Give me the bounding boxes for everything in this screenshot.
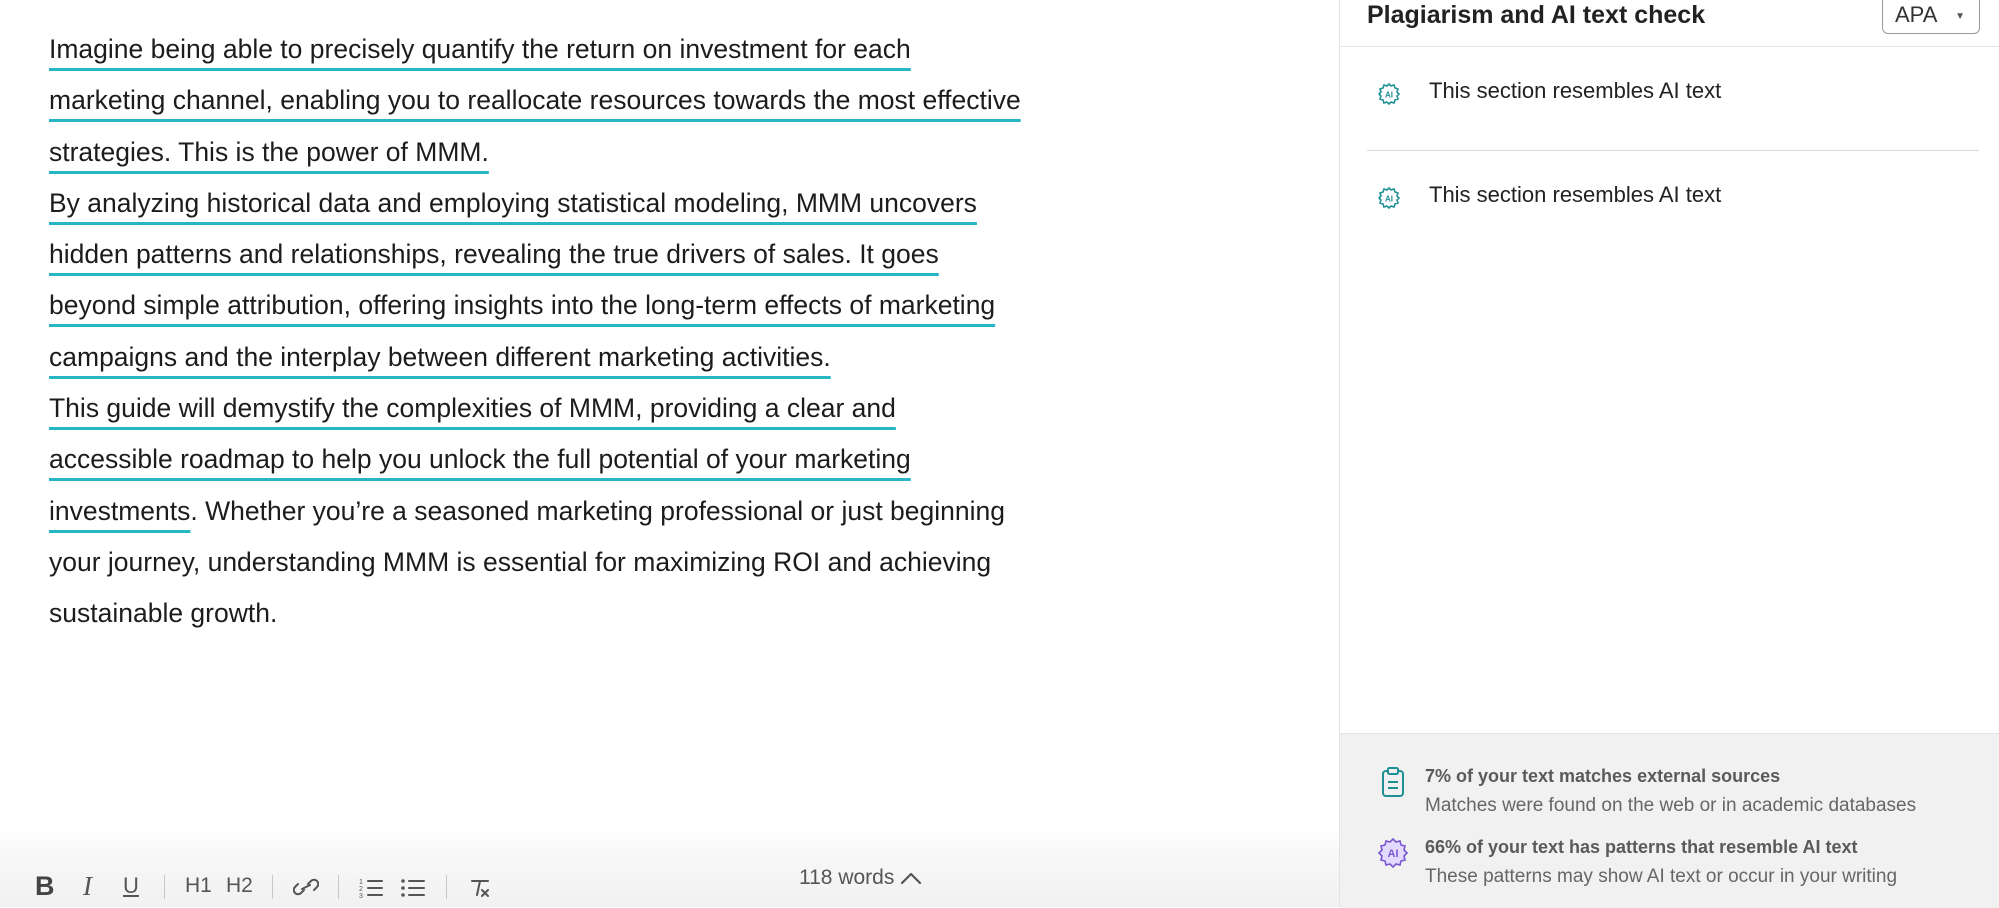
toolbar-divider [272, 875, 273, 899]
editor: Imagine being able to precisely quantify… [0, 0, 1339, 907]
document-body[interactable]: Imagine being able to precisely quantify… [49, 24, 1024, 640]
formatting-toolbar: B I U H1 H2 123 [0, 827, 1339, 907]
caret-down-icon: ▼ [1955, 11, 1965, 22]
chevron-up-icon [901, 872, 922, 885]
ai-highlight[interactable]: By analyzing historical data and employi… [49, 188, 995, 372]
card-divider [1367, 150, 1979, 151]
heading-1-button[interactable]: H1 [185, 873, 212, 899]
ai-title: 66% of your text has patterns that resem… [1425, 837, 1858, 857]
svg-text:1: 1 [359, 879, 363, 886]
check-summary: 7% of your text matches external sources… [1340, 733, 1999, 908]
clipboard-icon [1382, 767, 1404, 797]
toolbar-divider [164, 875, 165, 899]
underline-button[interactable]: U [123, 873, 139, 899]
paragraph-2[interactable]: By analyzing historical data and employi… [49, 178, 1024, 383]
clear-formatting-icon[interactable] [468, 877, 492, 905]
svg-text:AI: AI [1385, 195, 1393, 204]
paragraph-1[interactable]: Imagine being able to precisely quantify… [49, 24, 1024, 178]
italic-button[interactable]: I [83, 873, 92, 900]
bold-button[interactable]: B [35, 873, 55, 900]
plagiarism-title: 7% of your text matches external sources [1425, 766, 1781, 786]
paragraph-3[interactable]: This guide will demystify the complexiti… [49, 383, 1024, 639]
ai-highlight[interactable]: Imagine being able to precisely quantify… [49, 34, 1021, 167]
panel-divider [1340, 46, 1999, 47]
paragraph-text: . Whether you’re a seasoned marketing pr… [49, 495, 1005, 629]
citation-style-value: APA [1895, 2, 1938, 27]
svg-text:3: 3 [359, 893, 363, 899]
ai-subtitle: These patterns may show AI text or occur… [1425, 866, 1898, 887]
ai-brain-icon: AI [1377, 186, 1401, 210]
plagiarism-subtitle: Matches were found on the web or in acad… [1425, 795, 1917, 816]
ai-section-card[interactable]: AI This section resembles AI text [1367, 66, 1979, 126]
ai-section-label: This section resembles AI text [1429, 182, 1722, 207]
word-count: 118 words [799, 866, 895, 889]
ai-badge-icon: AI [1377, 837, 1409, 869]
numbered-list-icon[interactable]: 123 [358, 877, 384, 905]
panel-title: Plagiarism and AI text check [1367, 1, 1706, 29]
heading-2-button[interactable]: H2 [226, 873, 253, 899]
bullet-list-icon[interactable] [400, 877, 426, 905]
svg-text:AI: AI [1388, 848, 1399, 860]
citation-style-select[interactable]: APA ▼ [1882, 0, 1980, 34]
ai-section-card[interactable]: AI This section resembles AI text [1367, 170, 1979, 230]
link-icon[interactable] [292, 877, 320, 903]
plagiarism-summary: 7% of your text matches external sources… [1377, 766, 1977, 826]
svg-text:AI: AI [1385, 91, 1393, 100]
ai-summary: AI 66% of your text has patterns that re… [1377, 837, 1977, 897]
plagiarism-ai-panel: Plagiarism and AI text check APA ▼ AI Th… [1339, 0, 1999, 908]
svg-text:2: 2 [359, 886, 363, 893]
toolbar-divider [338, 875, 339, 899]
word-count-toggle[interactable]: 118 words [799, 866, 922, 890]
ai-brain-icon: AI [1377, 82, 1401, 106]
toolbar-divider [446, 875, 447, 899]
ai-section-label: This section resembles AI text [1429, 78, 1722, 103]
